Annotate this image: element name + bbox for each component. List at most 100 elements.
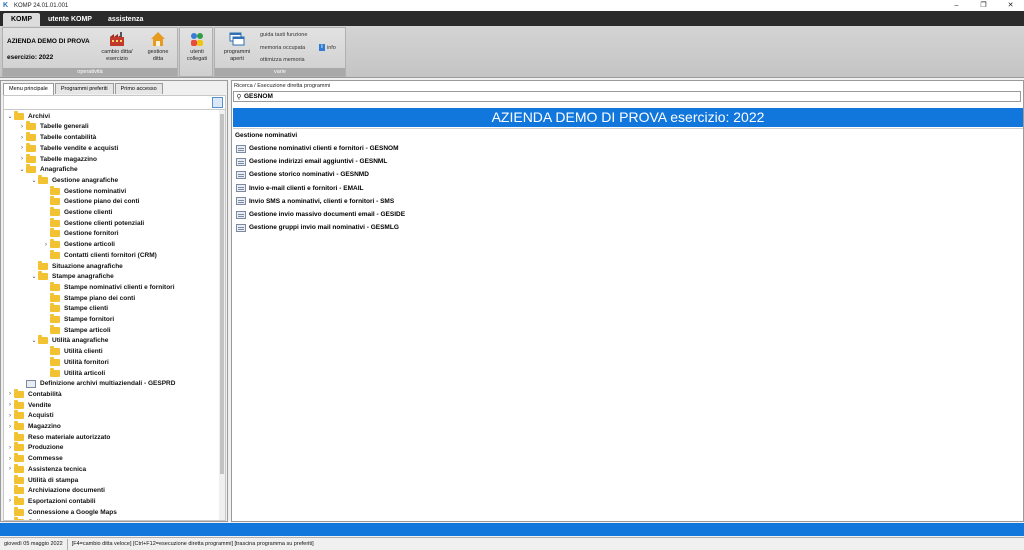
folder-icon: [38, 271, 48, 281]
tree-item[interactable]: Collegamento con ecommerce: [6, 517, 122, 520]
program-item[interactable]: Gestione invio massivo documenti email -…: [236, 209, 405, 220]
chevron-right-icon[interactable]: ›: [18, 135, 26, 141]
tree-item[interactable]: › Produzione: [6, 442, 63, 454]
tree-item[interactable]: Contatti clienti fornitori (CRM): [42, 249, 157, 261]
chevron-right-icon[interactable]: ›: [18, 124, 26, 130]
tree-item[interactable]: › Esportazioni contabili: [6, 495, 96, 507]
gestione-ditta-button[interactable]: gestione ditta: [141, 31, 175, 63]
tree-item[interactable]: › Tabelle magazzino: [18, 153, 97, 165]
tab-assistenza[interactable]: assistenza: [100, 13, 151, 26]
chevron-down-icon[interactable]: ⌄: [30, 177, 38, 184]
chevron-down-icon[interactable]: ⌄: [30, 273, 38, 280]
maximize-button[interactable]: ❐: [970, 0, 997, 11]
tree-vertical-scrollbar[interactable]: [219, 110, 225, 520]
folder-icon: [50, 314, 60, 324]
program-item[interactable]: Invio e-mail clienti e fornitori - EMAIL: [236, 183, 363, 194]
chevron-down-icon[interactable]: ⌄: [6, 113, 14, 120]
program-icon: [236, 210, 246, 219]
search-input[interactable]: [244, 93, 1004, 100]
tree-item[interactable]: Gestione clienti: [42, 207, 112, 218]
tree-item[interactable]: › Magazzino: [6, 421, 61, 432]
tree-item[interactable]: Utilità fornitori: [42, 356, 109, 368]
info-button[interactable]: i info: [319, 44, 336, 51]
tree-item[interactable]: Stampe articoli: [42, 324, 111, 336]
tree-item[interactable]: › Assistenza tecnica: [6, 463, 86, 475]
chevron-down-icon[interactable]: ⌄: [30, 337, 38, 344]
memoria-occupata-link[interactable]: memoria occupata: [260, 45, 305, 51]
tree-item[interactable]: › Tabelle generali: [18, 121, 89, 133]
program-item[interactable]: Gestione nominativi clienti e fornitori …: [236, 143, 399, 154]
tree-item-label: Utilità di stampa: [28, 476, 79, 484]
minimize-button[interactable]: –: [943, 0, 970, 11]
tab-menu-principale[interactable]: Menu principale: [3, 83, 54, 95]
tree-item[interactable]: ⌄ Archivi: [6, 110, 50, 122]
utenti-collegati-button[interactable]: utenti collegati: [182, 31, 212, 63]
tree-item[interactable]: Stampe fornitori: [42, 314, 114, 325]
tree-item[interactable]: Connessione a Google Maps: [6, 506, 117, 518]
programmi-aperti-button[interactable]: programmi aperti: [218, 31, 256, 63]
chevron-right-icon[interactable]: ›: [18, 145, 26, 151]
program-item[interactable]: Gestione gruppi invio mail nominativi - …: [236, 222, 399, 233]
chevron-right-icon[interactable]: ›: [6, 424, 14, 430]
tree-item[interactable]: ⌄ Stampe anagrafiche: [30, 271, 114, 283]
tab-utente-komp[interactable]: utente KOMP: [40, 13, 100, 26]
tree-item[interactable]: ⌄ Anagrafiche: [18, 164, 78, 176]
chevron-right-icon[interactable]: ›: [6, 402, 14, 408]
program-label: Gestione indirizzi email aggiuntivi - GE…: [249, 158, 388, 166]
tree-item[interactable]: › Tabelle vendite e acquisti: [18, 142, 119, 154]
scrollbar-thumb[interactable]: [220, 114, 224, 474]
tree-item[interactable]: ⌄ Utilità anagrafiche: [30, 335, 108, 347]
app-logo-icon: K: [3, 1, 9, 9]
chevron-right-icon[interactable]: ›: [6, 498, 14, 504]
tree-item[interactable]: Reso materiale autorizzato: [6, 431, 110, 443]
tree-item[interactable]: › Gestione articoli: [42, 239, 115, 250]
tab-primo-accesso[interactable]: Primo accesso: [114, 83, 163, 94]
tree-item[interactable]: Stampe nominativi clienti e fornitori: [42, 281, 175, 293]
tree-item-label: Tabelle vendite e acquisti: [40, 144, 119, 152]
chevron-right-icon[interactable]: ›: [6, 445, 14, 451]
tree-item-label: Magazzino: [28, 423, 61, 431]
tree-item[interactable]: Utilità di stampa: [6, 474, 79, 486]
tree-item[interactable]: Stampe piano dei conti: [42, 292, 135, 304]
program-item[interactable]: Invio SMS a nominativi, clienti e fornit…: [236, 196, 394, 207]
tree-item[interactable]: Utilità articoli: [42, 367, 105, 379]
chevron-down-icon[interactable]: ⌄: [18, 166, 26, 173]
tree-item[interactable]: › Tabelle contabilità: [18, 132, 96, 143]
tree-item[interactable]: Situazione anagrafiche: [30, 260, 123, 272]
chevron-right-icon[interactable]: ›: [6, 413, 14, 419]
chevron-right-icon[interactable]: ›: [6, 466, 14, 472]
tree-item-label: Contatti clienti fornitori (CRM): [64, 251, 157, 259]
collapse-tree-icon[interactable]: [212, 97, 223, 108]
tab-komp[interactable]: KOMP: [3, 13, 40, 26]
chevron-right-icon[interactable]: ›: [18, 156, 26, 162]
close-button[interactable]: ✕: [997, 0, 1024, 11]
program-item[interactable]: Gestione indirizzi email aggiuntivi - GE…: [236, 156, 387, 167]
tab-programmi-preferiti[interactable]: Programmi preferiti: [54, 83, 114, 94]
tree-item[interactable]: Gestione clienti potenziali: [42, 217, 145, 229]
tree-item[interactable]: Gestione nominativi: [42, 185, 127, 197]
tree-item-label: Gestione nominativi: [64, 187, 127, 195]
tree-item[interactable]: › Contabilità: [6, 388, 62, 400]
ottimizza-memoria-link[interactable]: ottimizza memoria: [260, 57, 305, 63]
tree-item[interactable]: Definizione archivi multiaziendali - GES…: [18, 379, 175, 390]
tree-item[interactable]: Gestione fornitori: [42, 228, 119, 240]
cambio-ditta-button[interactable]: cambio ditta/ esercizio: [97, 31, 137, 63]
tree-item[interactable]: › Vendite: [6, 399, 51, 411]
tree-item-label: Gestione clienti potenziali: [64, 219, 145, 227]
tree-item[interactable]: ⌄ Gestione anagrafiche: [30, 174, 118, 186]
tree-item[interactable]: › Acquisti: [6, 410, 54, 422]
tree-item[interactable]: › Commesse: [6, 453, 63, 464]
guida-tasti-link[interactable]: guida tasti funzione: [260, 32, 307, 38]
chevron-right-icon[interactable]: ›: [42, 242, 50, 248]
tree-item[interactable]: Archiviazione documenti: [6, 485, 105, 497]
folder-icon: [14, 442, 24, 452]
tree-item[interactable]: Gestione piano dei conti: [42, 196, 139, 208]
program-item[interactable]: Gestione storico nominativi - GESNMD: [236, 169, 369, 180]
tree-item[interactable]: Utilità clienti: [42, 346, 103, 357]
tree-item-label: Gestione articoli: [64, 241, 115, 249]
chevron-right-icon[interactable]: ›: [6, 391, 14, 397]
tree-item[interactable]: Stampe clienti: [42, 303, 108, 315]
program-icon: [26, 379, 36, 388]
folder-icon: [26, 121, 36, 131]
chevron-right-icon[interactable]: ›: [6, 456, 14, 462]
